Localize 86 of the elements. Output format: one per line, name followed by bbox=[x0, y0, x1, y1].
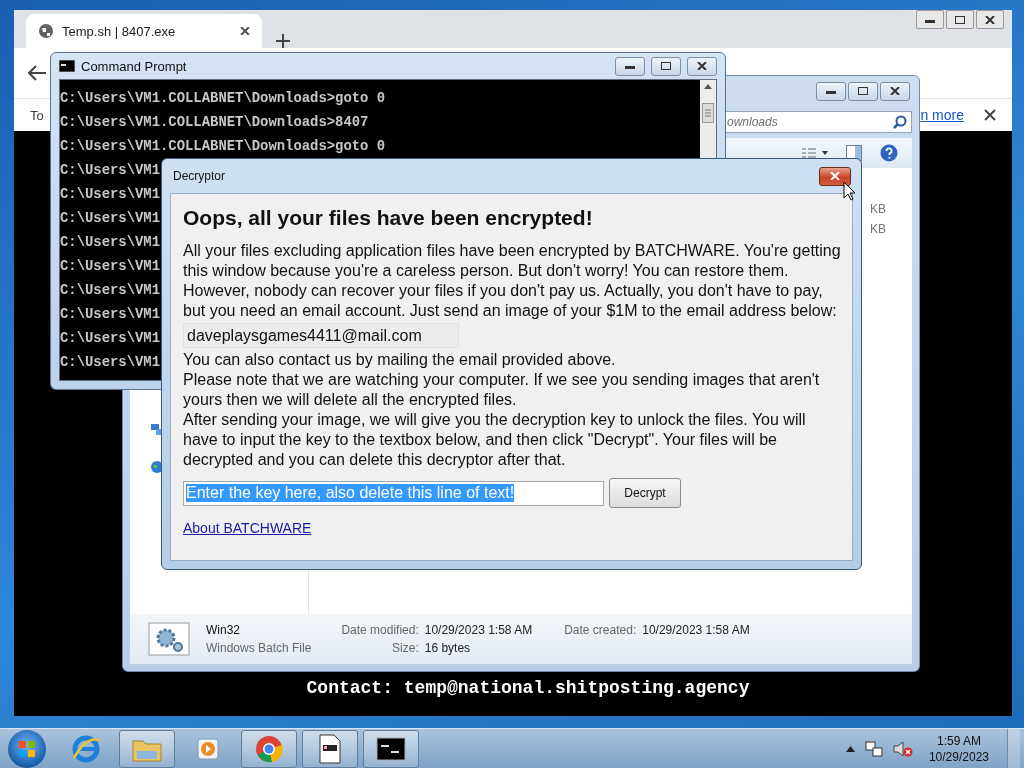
tab-title: Temp.sh | 8407.exe bbox=[62, 23, 177, 39]
scroll-up-icon bbox=[704, 84, 712, 89]
console-line: C:\Users\VM1 bbox=[60, 209, 161, 228]
tray-arrow-icon bbox=[845, 745, 855, 752]
show-desktop-button[interactable] bbox=[1007, 728, 1020, 768]
console-line: C:\Users\VM1 bbox=[60, 185, 161, 204]
learn-more-link[interactable]: n more bbox=[920, 107, 964, 123]
back-icon bbox=[28, 65, 46, 81]
maximize-button[interactable] bbox=[946, 10, 974, 29]
console-icon bbox=[59, 60, 75, 72]
taskbar-app[interactable] bbox=[302, 729, 358, 768]
maximize-icon bbox=[858, 87, 868, 95]
console-line: C:\Users\VM1 bbox=[60, 329, 161, 348]
console-line: C:\Users\VM1 bbox=[60, 161, 161, 180]
file-size: KB bbox=[870, 202, 886, 216]
contact-text: Contact: temp@national.shitposting.agency bbox=[306, 678, 750, 698]
console-line: C:\Users\VM1.COLLABNET\Downloads>8407 bbox=[60, 113, 369, 132]
detail-value: 10/29/2023 1:58 AM bbox=[642, 623, 750, 637]
close-icon bbox=[890, 87, 900, 95]
info-text: To bbox=[30, 107, 44, 123]
minimize-button[interactable] bbox=[816, 81, 846, 101]
close-icon bbox=[697, 62, 707, 70]
browser-icon bbox=[71, 733, 101, 764]
search-icon bbox=[893, 115, 907, 129]
detail-label: Date modified: bbox=[341, 623, 419, 637]
browser-tab[interactable]: Temp.sh | 8407.exe bbox=[26, 14, 262, 48]
close-icon bbox=[830, 172, 840, 180]
console-icon bbox=[376, 736, 406, 761]
decrypt-button[interactable]: Decrypt bbox=[609, 478, 681, 508]
globe-icon bbox=[38, 23, 54, 39]
console-line: C:\Users\VM1.COLLABNET\Downloads>goto 0 bbox=[60, 89, 386, 108]
heading: Oops, all your files have been encrypted! bbox=[183, 206, 594, 230]
document-icon bbox=[318, 733, 342, 764]
start-button[interactable] bbox=[8, 729, 46, 768]
minimize-button[interactable] bbox=[916, 10, 944, 29]
maximize-button[interactable] bbox=[848, 81, 878, 101]
maximize-icon bbox=[661, 62, 671, 70]
clock[interactable]: 1:59 AM 10/29/2023 bbox=[928, 733, 989, 764]
message-text: All your files excluding application files have been encrypted by BATCHWARE. You're getting this window because you're a careless person. But don't worry! You can restore them. However, nobody can recover your files if you don't pay us. Actually, you don't have to pay, but you need an email account. Just send an image of your $1M to the email address below: bbox=[183, 241, 842, 321]
file-size: KB bbox=[870, 222, 886, 236]
file-type: Windows Batch File bbox=[206, 641, 312, 655]
scroll-thumb-icon bbox=[702, 103, 714, 123]
new-tab-icon bbox=[276, 34, 290, 48]
close-button[interactable] bbox=[880, 81, 910, 101]
console-line: C:\Users\VM1 bbox=[60, 257, 161, 276]
close-button[interactable] bbox=[819, 166, 851, 186]
detail-label: Size: bbox=[391, 641, 419, 655]
minimize-button[interactable] bbox=[615, 56, 645, 76]
detail-value: 10/29/2023 1:58 AM bbox=[424, 623, 533, 637]
windows-logo-icon bbox=[18, 739, 36, 758]
preview-pane-icon bbox=[846, 145, 862, 161]
window-title: Decryptor bbox=[173, 169, 225, 183]
maximize-button[interactable] bbox=[651, 56, 681, 76]
message-text: You can also contact us by mailing the email provided above. bbox=[183, 350, 617, 370]
taskbar-app[interactable] bbox=[363, 729, 419, 768]
window-title: Command Prompt bbox=[81, 58, 188, 74]
minimize-icon bbox=[826, 88, 836, 94]
close-button[interactable] bbox=[976, 10, 1004, 29]
close-icon bbox=[984, 109, 996, 121]
minimize-icon bbox=[625, 63, 635, 69]
file-name: Win32 bbox=[206, 623, 241, 637]
detail-label: Date created: bbox=[564, 623, 637, 637]
close-icon bbox=[240, 27, 250, 35]
maximize-icon bbox=[955, 15, 965, 24]
email-field[interactable]: daveplaysgames4411@mail.com bbox=[183, 323, 459, 348]
message-text: Please note that we are watching your computer. If we see you sending images that aren't yours then we will delete all the encrypted files. bbox=[183, 370, 821, 410]
console-line: C:\Users\VM1.COLLABNET\Downloads>goto 0 bbox=[60, 137, 386, 156]
view-icon bbox=[802, 147, 828, 159]
close-icon bbox=[985, 15, 995, 24]
muted-speaker-icon bbox=[892, 739, 913, 758]
chrome-icon bbox=[254, 733, 284, 764]
message-text: After sending your image, we will give you the decryption key to unlock the files. You will have to input the key to the textbox below, and then click "Decrypt". Your files will be decrypted and you can delete this decryptor after that. bbox=[183, 410, 807, 470]
about-link[interactable]: About BATCHWARE bbox=[183, 520, 312, 536]
detail-value: 16 bytes bbox=[424, 641, 472, 655]
close-button[interactable] bbox=[687, 56, 717, 76]
console-line: C:\Users\VM1 bbox=[60, 233, 161, 252]
help-icon bbox=[880, 144, 898, 162]
gear-file-icon bbox=[148, 622, 190, 656]
search-text: ownloads bbox=[727, 115, 779, 129]
cursor-icon bbox=[843, 181, 857, 201]
console-line: C:\Users\VM1 bbox=[60, 281, 161, 300]
network-icon bbox=[864, 739, 883, 758]
console-line: C:\Users\VM1 bbox=[60, 353, 161, 372]
console-line: C:\Users\VM1 bbox=[60, 305, 161, 324]
date-text: 10/29/2023 bbox=[928, 749, 989, 764]
time-text: 1:59 AM bbox=[936, 733, 981, 748]
